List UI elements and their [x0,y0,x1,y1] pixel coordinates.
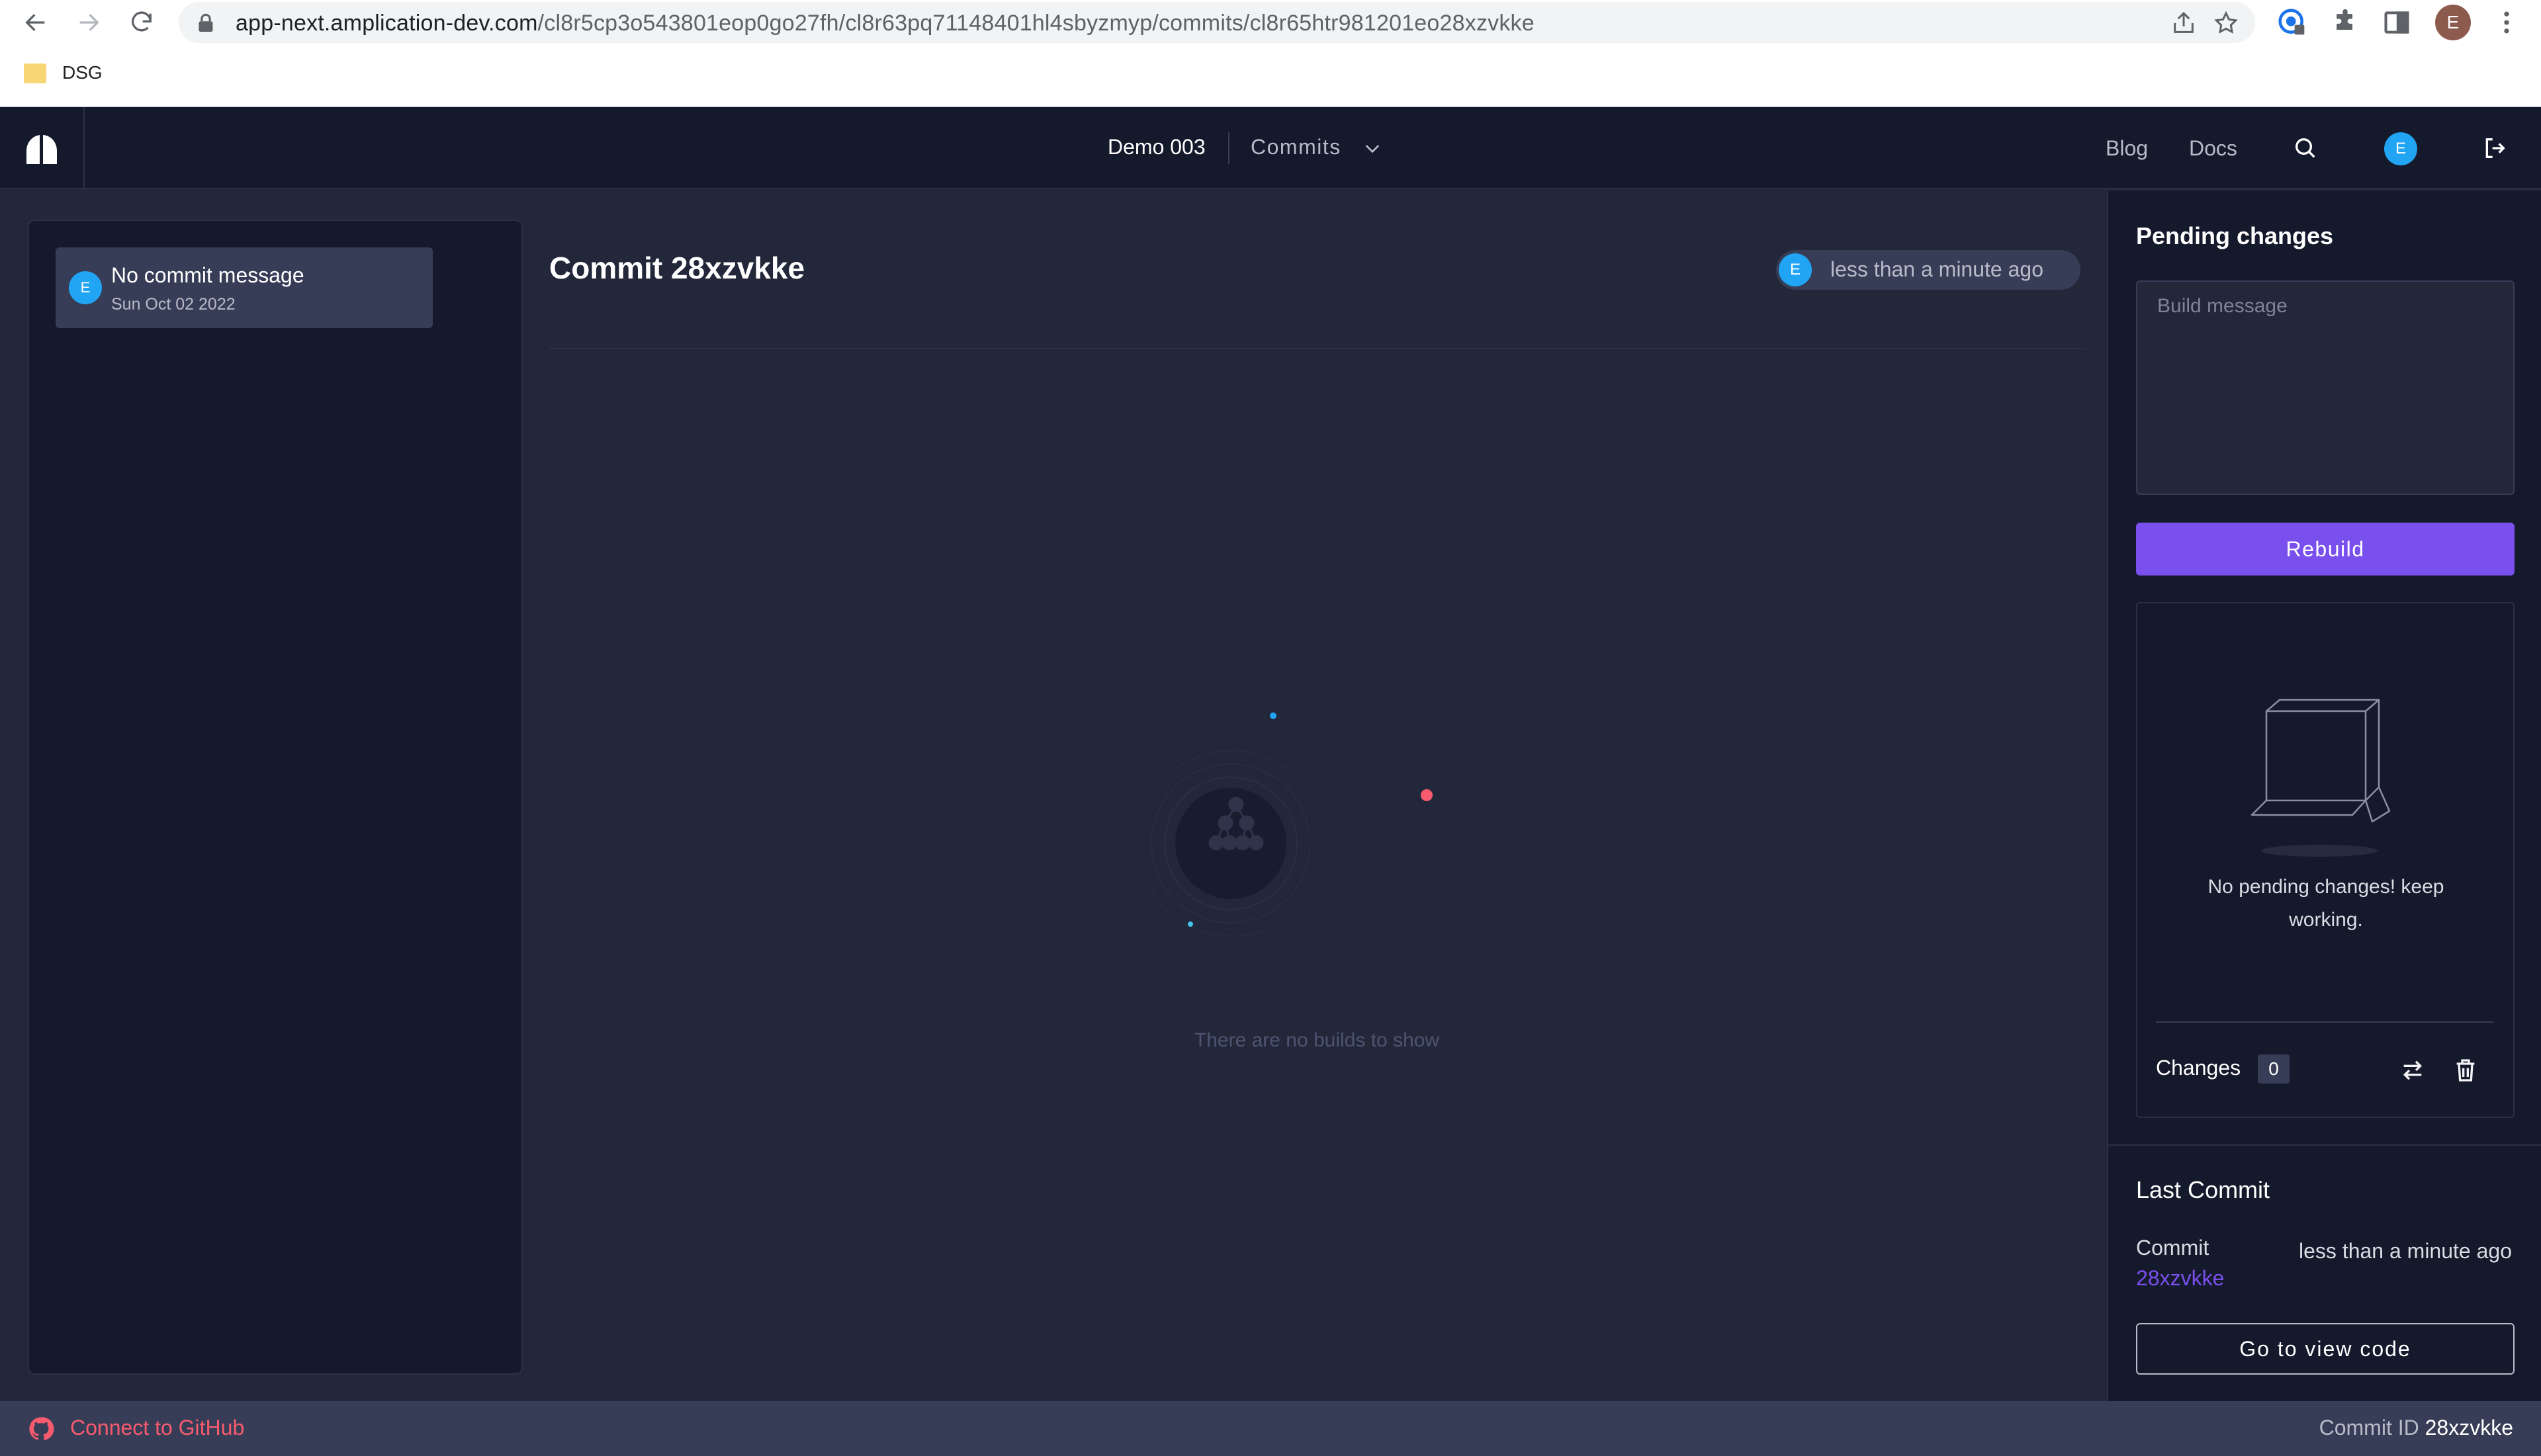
blue-orbit-dot-icon [1188,921,1193,927]
pending-changes-heading: Pending changes [2136,222,2334,249]
logout-icon[interactable] [2481,135,2508,161]
commit-time-text: less than a minute ago [1830,257,2043,281]
user-avatar[interactable]: E [2384,132,2417,165]
puzzle-icon[interactable] [2331,8,2360,37]
bookmarks-bar [0,45,2541,107]
empty-builds-illustration-icon [1151,712,1310,937]
docs-link[interactable]: Docs [2189,136,2237,161]
changes-count-badge: 0 [2258,1054,2290,1084]
status-bar [0,1401,2541,1456]
page-title: Commit 28xzvkke [549,251,805,285]
project-name[interactable]: Demo 003 [1108,135,1206,159]
bookmark-dsg[interactable]: DSG [62,62,103,83]
url-text: app-next.amplication-dev.com/cl8r5cp3o54… [236,11,1535,36]
changes-divider [2156,1021,2493,1023]
main-divider [549,348,2086,349]
commit-author-avatar: E [69,271,102,304]
empty-builds-message: There are no builds to show [1194,1029,1440,1051]
commit-date: Sun Oct 02 2022 [111,295,236,314]
amplication-logo-icon [26,135,57,164]
empty-box-icon [2251,699,2391,857]
commit-message: No commit message [111,263,304,287]
profile-avatar[interactable]: E [2435,5,2471,40]
star-icon[interactable] [2213,10,2239,36]
header-divider [1228,132,1229,164]
pending-changes-box [2136,602,2515,1118]
commit-time-chip: E less than a minute ago [1776,250,2080,290]
reload-button[interactable] [124,5,159,40]
red-orbit-dot-icon [1421,789,1433,801]
sidepanel-icon[interactable] [2382,8,2411,37]
compare-arrows-icon[interactable] [2399,1057,2426,1084]
search-icon[interactable] [2292,135,2319,161]
changes-label: Changes [2156,1056,2241,1080]
address-bar[interactable]: app-next.amplication-dev.com/cl8r5cp3o54… [179,2,2255,43]
connect-github-link[interactable]: Connect to GitHub [70,1416,244,1440]
reload-icon [132,11,152,32]
folder-icon [24,64,46,83]
section-divider [2107,1144,2541,1146]
back-button[interactable] [19,5,53,40]
section-selector-label[interactable]: Commits [1251,135,1341,159]
kebab-menu-icon[interactable] [2492,8,2521,37]
lock-icon [199,13,213,32]
last-commit-label: Commit [2136,1236,2209,1260]
go-to-view-code-button[interactable]: Go to view code [2136,1323,2515,1375]
rebuild-button[interactable]: Rebuild [2136,523,2515,576]
password-manager-icon[interactable] [2278,8,2307,37]
logo-area[interactable] [0,107,85,189]
share-icon[interactable] [2170,10,2197,36]
build-message-input[interactable] [2136,280,2515,495]
commits-list-panel: E No commit message Sun Oct 02 2022 [28,220,523,1375]
last-commit-heading: Last Commit [2136,1176,2270,1203]
chevron-down-icon[interactable] [1362,138,1383,159]
last-commit-time: less than a minute ago [2299,1239,2512,1263]
commit-list-item[interactable]: E No commit message Sun Oct 02 2022 [56,247,433,328]
trash-icon[interactable] [2452,1057,2479,1084]
commit-author-avatar: E [1779,253,1812,286]
blog-link[interactable]: Blog [2106,136,2148,161]
no-pending-changes-message: No pending changes! keep working. [2207,876,2444,931]
forward-button[interactable] [71,5,106,40]
arrow-right-icon [79,14,99,31]
status-commit-id: Commit ID 28xzvkke [2319,1416,2513,1439]
github-icon[interactable] [28,1416,54,1442]
last-commit-id-link[interactable]: 28xzvkke [2136,1266,2224,1291]
arrow-left-icon [25,14,45,31]
